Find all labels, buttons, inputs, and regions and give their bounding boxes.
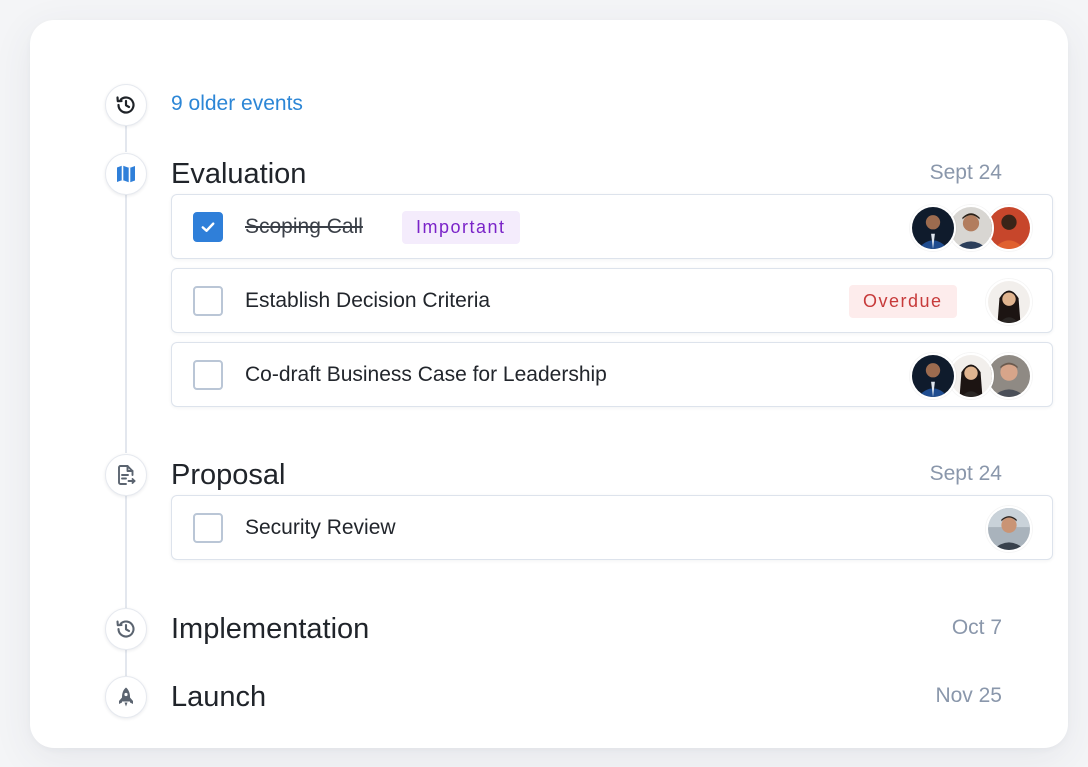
map-icon <box>117 165 135 183</box>
stage-node-launch <box>105 676 147 718</box>
task-row-business-case[interactable]: Co-draft Business Case for Leadership <box>171 342 1053 407</box>
avatar[interactable] <box>910 205 956 251</box>
timeline-connector <box>125 650 127 676</box>
stage-node-implementation <box>105 608 147 650</box>
avatar[interactable] <box>910 353 956 399</box>
checkmark-icon <box>201 222 215 232</box>
task-row-security-review[interactable]: Security Review <box>171 495 1053 560</box>
stage-date-implementation: Oct 7 <box>951 616 1002 639</box>
stage-title-proposal: Proposal <box>171 459 286 491</box>
task-checkbox[interactable] <box>193 286 223 316</box>
assignee-avatars <box>986 506 1032 552</box>
task-row-scoping-call[interactable]: Scoping Call Important <box>171 194 1053 259</box>
assignee-avatars <box>986 279 1032 325</box>
stage-title-evaluation: Evaluation <box>171 158 307 190</box>
task-checkbox[interactable] <box>193 360 223 390</box>
task-row-decision-criteria[interactable]: Establish Decision Criteria Overdue <box>171 268 1053 333</box>
history-icon <box>116 620 135 638</box>
stage-date-launch: Nov 25 <box>935 684 1002 707</box>
older-events-link[interactable]: 9 older events <box>171 90 303 118</box>
task-label: Security Review <box>245 516 396 539</box>
stage-node-proposal <box>105 454 147 496</box>
older-events-node <box>105 84 147 126</box>
assignee-avatars <box>910 205 1032 251</box>
timeline-connector <box>125 195 127 453</box>
timeline-connector <box>125 126 127 152</box>
avatar[interactable] <box>986 279 1032 325</box>
avatar[interactable] <box>986 506 1032 552</box>
task-label: Establish Decision Criteria <box>245 289 491 312</box>
timeline-connector <box>125 496 127 608</box>
task-checkbox[interactable] <box>193 513 223 543</box>
timeline-card: 9 older events Evaluation Sept 24 Scopin… <box>30 20 1068 748</box>
overdue-badge: Overdue <box>849 285 957 318</box>
stage-title-launch: Launch <box>171 681 267 713</box>
rocket-icon <box>119 687 133 707</box>
stage-date-proposal: Sept 24 <box>929 462 1002 485</box>
stage-title-implementation: Implementation <box>171 613 370 645</box>
task-label: Scoping Call <box>245 215 363 238</box>
assignee-avatars <box>910 353 1032 399</box>
important-badge: Important <box>402 211 520 244</box>
stage-date-evaluation: Sept 24 <box>929 161 1002 184</box>
task-checkbox-checked[interactable] <box>193 212 223 242</box>
task-label: Co-draft Business Case for Leadership <box>245 363 607 386</box>
history-icon <box>116 96 135 114</box>
stage-node-evaluation <box>105 153 147 195</box>
document-export-icon <box>118 465 136 485</box>
